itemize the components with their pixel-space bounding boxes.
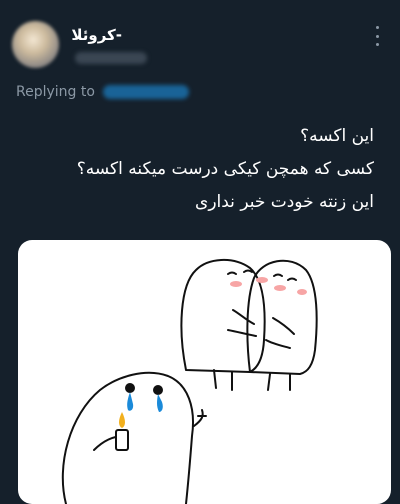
- tweet-text-line: این اکسه؟: [300, 126, 374, 146]
- tweet-text-line: کسی که همچن کیکی درست میکنه اکسه؟: [76, 159, 374, 179]
- tweet-text-line: این زنته خودت خبر نداری: [195, 192, 374, 212]
- username-handle-blurred[interactable]: [75, 52, 147, 64]
- more-dot-icon: [375, 26, 379, 29]
- hugging-figure-left: [180, 259, 266, 373]
- replying-to-mention-blurred[interactable]: [103, 85, 190, 99]
- user-avatar[interactable]: [12, 21, 59, 68]
- more-dot-icon: [375, 34, 379, 38]
- replying-to: Replying to: [16, 84, 190, 100]
- more-dot-icon: [375, 43, 379, 46]
- more-options-button[interactable]: [370, 26, 384, 46]
- tweet-text: این اکسه؟ کسی که همچن کیکی درست میکنه اک…: [77, 120, 374, 219]
- cartoon-hug-meme-icon: [61, 259, 318, 504]
- display-name[interactable]: -کروئلا: [71, 26, 122, 44]
- tweet-media-image[interactable]: [18, 240, 391, 504]
- replying-to-label: Replying to: [16, 84, 95, 100]
- candle-flame: [119, 412, 125, 428]
